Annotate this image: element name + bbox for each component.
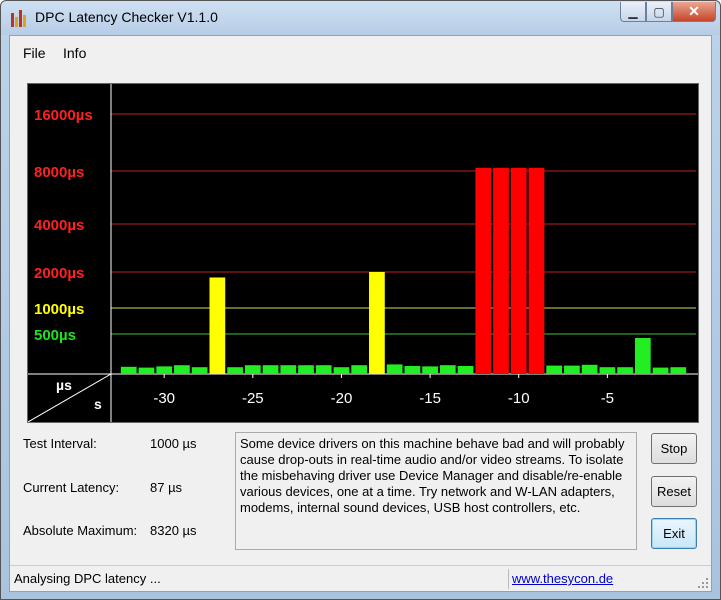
bar [404, 366, 421, 374]
latency-chart-svg: 16000µs 8000µs 4000µs 2000µs 1000µs 500µs µs s -… [27, 84, 698, 423]
bar [422, 366, 438, 374]
y-level-label: 1000µs [34, 301, 84, 318]
title-bar[interactable]: DPC Latency Checker V1.1.0 ▁ ▢ ✕ [1, 1, 720, 35]
window-title: DPC Latency Checker V1.1.0 [35, 9, 218, 25]
diagnostic-message: Some device drivers on this machine beha… [235, 432, 637, 550]
bar [652, 367, 669, 374]
bar [209, 277, 226, 374]
x-tick-label: -30 [153, 390, 175, 407]
bar [617, 367, 633, 374]
bar [298, 365, 314, 374]
stop-button[interactable]: Stop [651, 433, 697, 464]
bar [315, 365, 332, 374]
bar [475, 167, 492, 374]
bar [493, 167, 509, 374]
current-latency-value: 87 µs [150, 480, 183, 495]
x-tick-label: -25 [242, 390, 264, 407]
app-window: DPC Latency Checker V1.1.0 ▁ ▢ ✕ File In… [0, 0, 721, 600]
maximize-button[interactable]: ▢ [646, 2, 672, 22]
test-interval-value: 1000 µs [150, 436, 197, 451]
reset-button[interactable]: Reset [651, 476, 697, 507]
bar [528, 167, 545, 374]
absolute-maximum-label: Absolute Maximum: [23, 523, 138, 538]
bar [439, 365, 456, 374]
y-level-label: 4000µs [34, 217, 84, 234]
close-button[interactable]: ✕ [672, 2, 716, 22]
status-bar: Analysing DPC latency ... www.thesycon.d… [10, 565, 711, 591]
bar [510, 167, 527, 374]
status-divider [508, 569, 509, 589]
website-link[interactable]: www.thesycon.de [512, 571, 613, 586]
client-area: File Info 16000µs 8000µs 4000µs 2000µs 1000µ… [9, 35, 712, 592]
bar [670, 367, 687, 374]
absolute-maximum-value: 8320 µs [150, 523, 197, 538]
menu-bar: File Info [10, 36, 711, 68]
x-unit-label: s [94, 396, 102, 412]
bar [564, 365, 580, 374]
bar [333, 367, 350, 374]
bar [581, 364, 598, 374]
y-level-label: 2000µs [34, 265, 84, 282]
x-tick-label: -20 [331, 390, 353, 407]
status-text: Analysing DPC latency ... [14, 571, 161, 586]
minimize-button[interactable]: ▁ [620, 2, 646, 22]
x-tick-label: -5 [601, 390, 614, 407]
menu-file[interactable]: File [23, 45, 46, 61]
bar [599, 367, 616, 374]
bar [227, 367, 243, 374]
bar [546, 365, 563, 374]
menu-file-label: File [23, 45, 46, 61]
x-tick-label: -10 [508, 390, 530, 407]
bar [351, 365, 368, 374]
menu-info[interactable]: Info [63, 45, 86, 61]
x-tick-label: -15 [419, 390, 441, 407]
bar [138, 367, 155, 374]
y-level-label: 500µs [34, 327, 76, 344]
resize-grip-icon[interactable] [697, 577, 709, 589]
y-level-label: 8000µs [34, 164, 84, 181]
bar [244, 365, 261, 374]
test-interval-label: Test Interval: [23, 436, 97, 451]
bar [191, 367, 208, 374]
bar [386, 364, 403, 374]
bar [120, 366, 137, 374]
menu-info-label: Info [63, 45, 87, 61]
bar [156, 366, 173, 374]
latency-chart: 16000µs 8000µs 4000µs 2000µs 1000µs 500µs µs s -… [27, 83, 699, 423]
exit-button[interactable]: Exit [651, 518, 697, 549]
y-level-label: 16000µs [34, 107, 93, 124]
bar [369, 272, 385, 374]
app-icon [10, 9, 28, 27]
bar [280, 365, 297, 374]
y-unit-label: µs [56, 377, 72, 393]
bar [457, 366, 474, 374]
bar [174, 365, 190, 374]
current-latency-label: Current Latency: [23, 480, 120, 495]
bar [634, 338, 651, 374]
bar [262, 365, 279, 374]
